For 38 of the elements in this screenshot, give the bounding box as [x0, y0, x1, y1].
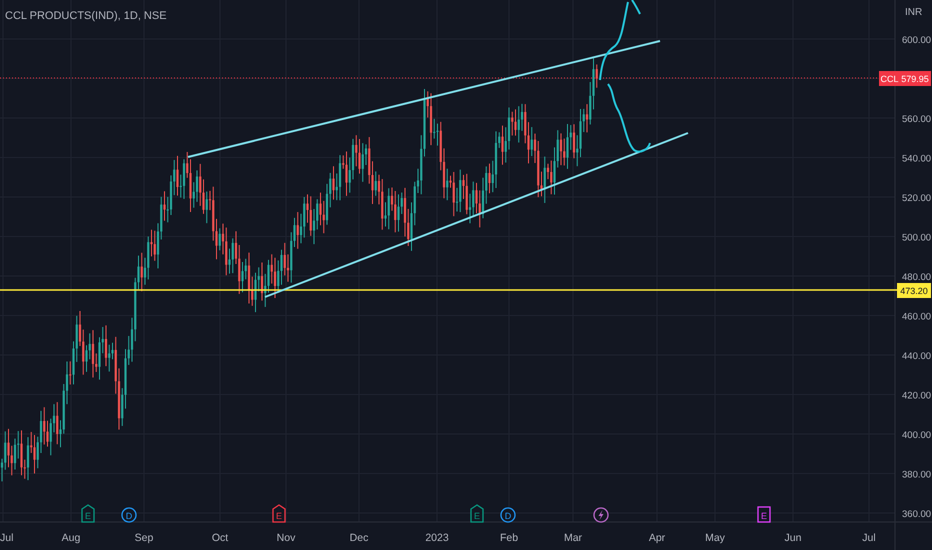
price-tick: 500.00	[902, 232, 932, 244]
dividend-marker[interactable]: D	[500, 507, 516, 523]
dividend-marker[interactable]: D	[121, 507, 137, 523]
time-label: Jul	[862, 532, 876, 544]
time-label: May	[705, 532, 725, 544]
earnings-marker[interactable]: E	[272, 504, 286, 523]
price-tick: 440.00	[902, 351, 932, 362]
price-tick: 360.00	[902, 509, 932, 520]
price-tick: 520.00	[902, 193, 932, 204]
earnings-marker[interactable]: E	[81, 504, 95, 523]
time-label: Apr	[648, 532, 666, 544]
symbol-label: CCL	[879, 71, 900, 86]
time-label: Aug	[62, 532, 80, 544]
line-price-label: 473.20	[897, 283, 931, 298]
earnings-marker[interactable]: E	[470, 504, 484, 523]
price-tick: 420.00	[902, 390, 932, 402]
last-price-label: 579.95	[899, 71, 931, 86]
time-label: Feb	[500, 532, 518, 544]
time-label: Jul	[0, 532, 14, 544]
time-label: Sep	[134, 532, 154, 544]
price-tick: 380.00	[902, 470, 932, 480]
time-label: Oct	[212, 532, 228, 544]
earnings-marker[interactable]: E	[757, 506, 771, 523]
price-tick: 540.00	[902, 154, 932, 164]
price-tick: 480.00	[902, 272, 932, 283]
time-label: 2023	[425, 532, 449, 544]
price-tick: 400.00	[902, 430, 932, 441]
time-label: Mar	[564, 532, 582, 544]
time-label: Jun	[784, 532, 802, 544]
price-tick: 460.00	[902, 312, 932, 322]
price-tick: 600.00	[902, 35, 932, 46]
currency-label: INR	[905, 7, 922, 18]
price-tick: 560.00	[902, 114, 932, 125]
chart-title: CCL PRODUCTS(IND), 1D, NSE	[5, 9, 167, 24]
freehand-curve	[607, 83, 651, 153]
news-marker[interactable]	[593, 507, 609, 523]
time-label: Nov	[276, 532, 296, 544]
time-label: Dec	[350, 532, 368, 544]
